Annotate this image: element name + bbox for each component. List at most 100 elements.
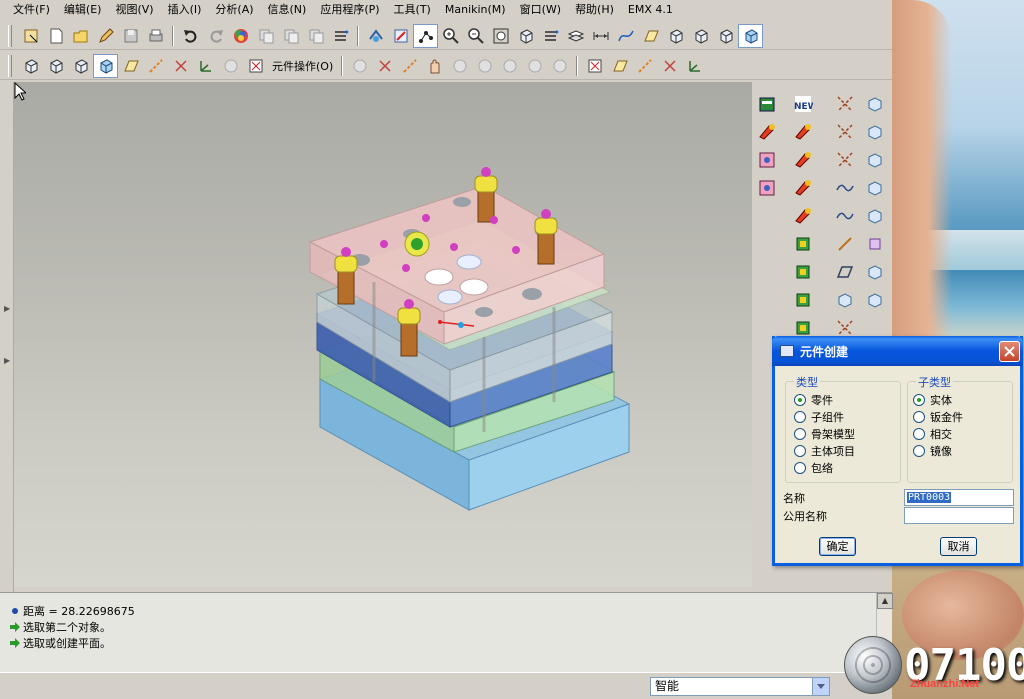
menu-item[interactable]: 编辑(E) (57, 1, 109, 17)
cancel-button[interactable]: 取消 (940, 537, 977, 556)
spin-center-button[interactable] (513, 24, 538, 48)
axis-display-button[interactable] (632, 54, 657, 78)
cube-button[interactable] (93, 53, 118, 78)
name-field[interactable]: PRT0003 (904, 489, 1014, 506)
edit-button[interactable] (754, 120, 780, 144)
thicken-button[interactable] (862, 232, 888, 256)
type-radio[interactable] (794, 411, 806, 423)
move-button[interactable] (472, 54, 497, 78)
cube-button[interactable] (43, 54, 68, 78)
layers-button[interactable] (563, 24, 588, 48)
cube-button[interactable] (18, 54, 43, 78)
pattern-button[interactable] (497, 54, 522, 78)
wireframe-button[interactable] (663, 24, 688, 48)
redo-button[interactable] (203, 24, 228, 48)
point-display-button[interactable] (657, 54, 682, 78)
offset-button[interactable] (862, 204, 888, 228)
chevron-down-icon[interactable] (812, 678, 829, 695)
runner-button[interactable] (790, 260, 816, 284)
fill-button[interactable] (790, 120, 816, 144)
point-cloud-button[interactable] (832, 120, 858, 144)
datum-plane-button[interactable] (118, 54, 143, 78)
save-button[interactable] (118, 24, 143, 48)
axis-button[interactable] (397, 54, 422, 78)
subtype-radio[interactable] (913, 411, 925, 423)
component-operation-label[interactable]: 元件操作(O) (272, 58, 333, 74)
left-collapse-strip[interactable]: ▶ ▶ (0, 82, 14, 592)
extend-button[interactable] (862, 176, 888, 200)
pencil-button[interactable] (93, 24, 118, 48)
subtype-radio[interactable] (913, 394, 925, 406)
type-option[interactable]: 包络 (794, 460, 833, 476)
type-radio[interactable] (794, 428, 806, 440)
datum-point-button[interactable] (832, 92, 858, 116)
csys-button[interactable] (193, 54, 218, 78)
subtype-option[interactable]: 钣金件 (913, 409, 963, 425)
dialog-titlebar[interactable]: 元件创建 (772, 336, 1023, 366)
expand-arrow-icon[interactable]: ▶ (4, 356, 10, 365)
named-views-button[interactable] (538, 24, 563, 48)
copy-button[interactable] (253, 24, 278, 48)
mirror-button[interactable] (862, 288, 888, 312)
scroll-up-arrow-icon[interactable]: ▲ (877, 593, 893, 609)
cube-button[interactable] (68, 54, 93, 78)
print-button[interactable] (143, 24, 168, 48)
expand-arrow-icon[interactable]: ▶ (4, 304, 10, 313)
zoom-out-button[interactable] (463, 24, 488, 48)
datum-point-button[interactable] (168, 54, 193, 78)
curve-button[interactable] (832, 204, 858, 228)
open-folder-button[interactable] (68, 24, 93, 48)
sweep-button[interactable] (790, 204, 816, 228)
subtype-radio[interactable] (913, 445, 925, 457)
display-plane-button[interactable] (638, 24, 663, 48)
paste-button[interactable] (278, 24, 303, 48)
paste-special-button[interactable] (303, 24, 328, 48)
menu-item[interactable]: 信息(N) (261, 1, 314, 17)
annotation-button[interactable] (218, 54, 243, 78)
graph-button[interactable] (413, 23, 438, 48)
assemble-button[interactable] (347, 54, 372, 78)
volume-button[interactable] (790, 232, 816, 256)
refit-button[interactable] (488, 24, 513, 48)
regenerate-button[interactable] (328, 24, 353, 48)
menu-item[interactable]: 分析(A) (208, 1, 260, 17)
zoom-in-button[interactable] (438, 24, 463, 48)
pick-button[interactable] (18, 24, 43, 48)
close-button[interactable] (999, 341, 1020, 362)
subtype-option[interactable]: 实体 (913, 392, 952, 408)
type-option[interactable]: 主体项目 (794, 443, 855, 459)
toolbar-grip[interactable] (8, 24, 12, 47)
new-file-button[interactable] (43, 24, 68, 48)
menu-item[interactable]: 应用程序(P) (313, 1, 386, 17)
sketch-button[interactable] (832, 176, 858, 200)
shading-button[interactable] (738, 23, 763, 48)
trim-button[interactable] (862, 148, 888, 172)
draft-button[interactable] (862, 260, 888, 284)
subtype-radio[interactable] (913, 428, 925, 440)
type-radio[interactable] (794, 462, 806, 474)
curve-button[interactable] (613, 24, 638, 48)
color-button[interactable] (228, 24, 253, 48)
datum-axis-button[interactable] (143, 54, 168, 78)
merge-button[interactable] (547, 54, 572, 78)
orient-button[interactable] (363, 24, 388, 48)
revolve-button[interactable] (790, 176, 816, 200)
menu-item[interactable]: EMX 4.1 (621, 3, 680, 16)
type-radio[interactable] (794, 394, 806, 406)
drag-hand-button[interactable] (422, 54, 447, 78)
ok-button[interactable]: 确定 (819, 537, 856, 556)
dimension-button[interactable] (588, 24, 613, 48)
plane-button[interactable] (607, 54, 632, 78)
menu-item[interactable]: 帮助(H) (568, 1, 621, 17)
menu-item[interactable]: 视图(V) (108, 1, 160, 17)
mold-assembly-button[interactable] (754, 176, 780, 200)
type-option[interactable]: 骨架模型 (794, 426, 855, 442)
menu-item[interactable]: 窗口(W) (513, 1, 568, 17)
hidden-line-button[interactable] (688, 24, 713, 48)
type-option[interactable]: 子组件 (794, 409, 844, 425)
new-component-button[interactable]: NEW (790, 92, 816, 116)
subtype-option[interactable]: 镜像 (913, 443, 952, 459)
csys-display-button[interactable] (682, 54, 707, 78)
gate-button[interactable] (790, 288, 816, 312)
menu-item[interactable]: Manikin(M) (438, 3, 513, 16)
